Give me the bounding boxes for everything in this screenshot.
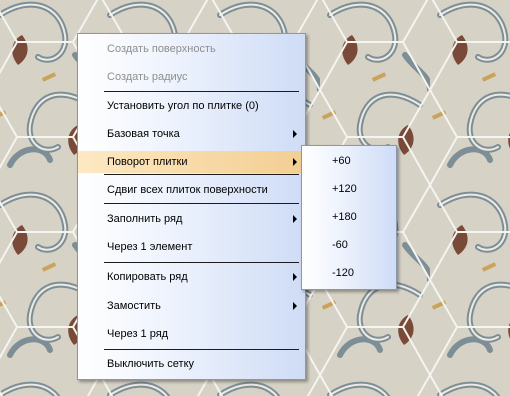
menu-item-label: Сдвиг всех плиток поверхности — [107, 184, 268, 196]
submenu-arrow-icon — [293, 273, 297, 281]
menu-item-label: Через 1 ряд — [107, 328, 169, 340]
submenu-item-label: +120 — [332, 183, 357, 195]
submenu-arrow-icon — [293, 302, 297, 310]
submenu-item-label: +180 — [332, 211, 357, 223]
menu-separator — [104, 91, 299, 92]
menu-separator — [104, 174, 299, 175]
submenu-item-rotate-plus-180[interactable]: +180 — [302, 206, 396, 228]
menu-item-every-other-element[interactable]: Через 1 элемент — [78, 236, 305, 258]
submenu-arrow-icon — [293, 158, 297, 166]
submenu-item-rotate-plus-60[interactable]: +60 — [302, 150, 396, 172]
menu-item-base-point[interactable]: Базовая точка — [78, 123, 305, 145]
menu-item-tile-rotation[interactable]: Поворот плитки — [78, 151, 305, 173]
menu-item-label: Поворот плитки — [107, 156, 188, 168]
menu-separator — [104, 262, 299, 263]
menu-separator — [104, 203, 299, 204]
submenu-item-label: -120 — [332, 267, 355, 279]
menu-item-label: Выключить сетку — [107, 358, 195, 370]
submenu-item-rotate-plus-120[interactable]: +120 — [302, 178, 396, 200]
submenu-arrow-icon — [293, 215, 297, 223]
menu-separator — [104, 349, 299, 350]
menu-item-label: Заполнить ряд — [107, 213, 183, 225]
menu-item-label: Установить угол по плитке (0) — [107, 100, 259, 112]
menu-item-label: Создать поверхность — [107, 43, 216, 55]
menu-item-set-angle-by-tile[interactable]: Установить угол по плитке (0) — [78, 95, 305, 117]
menu-item-create-surface[interactable]: Создать поверхность — [78, 38, 305, 60]
submenu-item-rotate-minus-60[interactable]: -60 — [302, 234, 396, 256]
menu-item-fill-row[interactable]: Заполнить ряд — [78, 208, 305, 230]
menu-item-create-radius[interactable]: Создать радиус — [78, 66, 305, 88]
context-menu: Создать поверхность Создать радиус Устан… — [77, 33, 306, 380]
menu-item-copy-row[interactable]: Копировать ряд — [78, 266, 305, 288]
submenu-item-label: -60 — [332, 239, 348, 251]
menu-item-label: Замостить — [107, 300, 161, 312]
rotation-submenu: +60 +120 +180 -60 -120 — [301, 145, 397, 290]
menu-item-label: Через 1 элемент — [107, 241, 193, 253]
menu-item-every-other-row[interactable]: Через 1 ряд — [78, 323, 305, 345]
menu-item-disable-grid[interactable]: Выключить сетку — [78, 353, 305, 375]
submenu-arrow-icon — [293, 130, 297, 138]
menu-item-label: Копировать ряд — [107, 271, 188, 283]
menu-item-label: Базовая точка — [107, 128, 180, 140]
menu-item-tessellate[interactable]: Замостить — [78, 295, 305, 317]
submenu-item-rotate-minus-120[interactable]: -120 — [302, 262, 396, 284]
menu-item-shift-all-tiles[interactable]: Сдвиг всех плиток поверхности — [78, 179, 305, 201]
menu-item-label: Создать радиус — [107, 71, 188, 83]
submenu-item-label: +60 — [332, 155, 351, 167]
